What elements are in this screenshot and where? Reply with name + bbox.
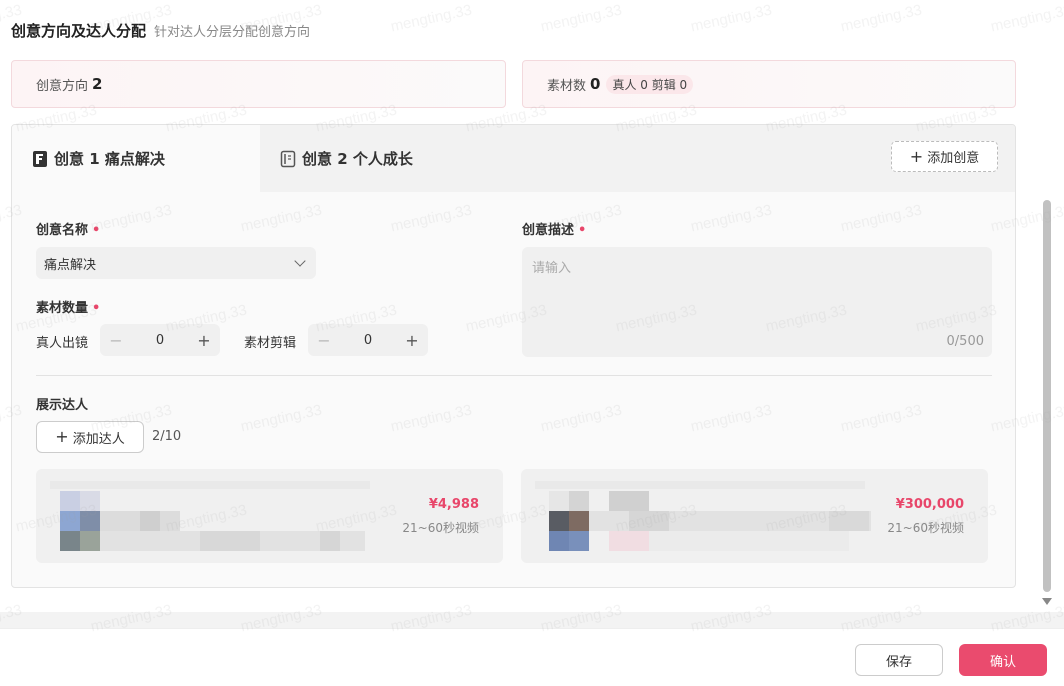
real-person-value[interactable]: 0	[132, 333, 188, 348]
chevron-down-icon	[294, 255, 306, 267]
direction-stat-count: 2	[92, 75, 103, 93]
material-stat-count: 0	[590, 75, 601, 93]
material-edit-label: 素材剪辑	[244, 336, 297, 351]
tab-idea-1-label: 创意 1 痛点解决	[54, 150, 165, 168]
required-mark: •	[92, 301, 101, 316]
section-header: 创意方向及达人分配 针对达人分层分配创意方向	[11, 20, 310, 41]
direction-stat-label: 创意方向	[36, 78, 89, 94]
talent-card[interactable]: ¥4,988 21~60秒视频	[36, 469, 503, 563]
footer-separator	[0, 612, 1064, 628]
watermark-text: mengting.33	[389, 1, 474, 36]
required-mark: •	[92, 223, 101, 238]
required-mark: •	[578, 223, 587, 238]
decrement-button[interactable]: −	[100, 324, 132, 356]
watermark-text: mengting.33	[539, 1, 624, 36]
real-person-stepper: − 0 +	[100, 324, 220, 356]
idea-name-label-text: 创意名称	[36, 223, 89, 238]
idea-name-label: 创意名称 •	[36, 219, 100, 238]
talents-label: 展示达人	[36, 398, 89, 413]
material-stat-card: 素材数 0 真人 0 剪辑 0	[522, 60, 1016, 108]
material-stat-label: 素材数	[547, 78, 587, 94]
section-title: 创意方向及达人分配	[11, 22, 147, 40]
increment-button[interactable]: +	[396, 324, 428, 356]
watermark-text: mengting.33	[689, 1, 774, 36]
direction-stat-card: 创意方向 2	[11, 60, 506, 108]
real-count-tag: 真人 0	[612, 77, 648, 92]
idea-name-select[interactable]: 痛点解决	[36, 247, 316, 279]
divider	[0, 628, 1064, 629]
edit-count-tag: 剪辑 0	[651, 77, 688, 92]
material-quantity-label-text: 素材数量	[36, 301, 89, 316]
material-edit-value[interactable]: 0	[340, 333, 396, 348]
scrollbar-thumb[interactable]	[1043, 200, 1051, 592]
save-button[interactable]: 保存	[855, 644, 943, 676]
scroll-down-arrow-icon[interactable]	[1042, 598, 1052, 605]
material-breakdown-badge: 真人 0 剪辑 0	[606, 74, 694, 94]
confirm-button[interactable]: 确认	[959, 644, 1047, 676]
talent-card[interactable]: ¥300,000 21~60秒视频	[521, 469, 988, 563]
decrement-button[interactable]: −	[308, 324, 340, 356]
add-idea-button[interactable]: + 添加创意	[891, 141, 998, 172]
increment-button[interactable]: +	[188, 324, 220, 356]
add-talent-button[interactable]: + 添加达人	[36, 421, 144, 453]
talent-count: 2/10	[152, 429, 182, 444]
char-counter: 0/500	[946, 334, 984, 349]
section-subtitle: 针对达人分层分配创意方向	[154, 25, 311, 40]
idea-desc-label: 创意描述 •	[522, 219, 586, 238]
add-idea-label: 添加创意	[927, 151, 980, 166]
idea-panel: 创意 1 痛点解决 创意 2 个人成长 + 添加创意 创意名称 • 痛点解决 素材…	[11, 124, 1016, 588]
divider	[36, 375, 992, 376]
talent-duration: 21~60秒视频	[887, 521, 964, 535]
tab-idea-2[interactable]: 创意 2 个人成长	[280, 125, 413, 192]
idea-desc-textarea[interactable]: 请输入 0/500	[522, 247, 992, 357]
watermark-text: mengting.33	[839, 1, 924, 36]
tab-idea-2-label: 创意 2 个人成长	[302, 150, 413, 168]
plus-icon: +	[909, 146, 924, 166]
tab-idea-1[interactable]: 创意 1 痛点解决	[12, 125, 260, 192]
talent-price: ¥300,000	[895, 497, 964, 512]
real-person-label: 真人出镜	[36, 336, 89, 351]
idea-desc-label-text: 创意描述	[522, 223, 575, 238]
doc-filled-icon	[32, 150, 48, 168]
doc-outline-icon	[280, 150, 296, 168]
talent-duration: 21~60秒视频	[402, 521, 479, 535]
plus-icon: +	[55, 427, 69, 446]
add-talent-label: 添加达人	[72, 431, 125, 447]
idea-name-value: 痛点解决	[44, 257, 97, 273]
material-edit-stepper: − 0 +	[308, 324, 428, 356]
material-quantity-label: 素材数量 •	[36, 297, 100, 316]
idea-desc-placeholder: 请输入	[532, 261, 572, 276]
talent-price: ¥4,988	[428, 497, 479, 512]
